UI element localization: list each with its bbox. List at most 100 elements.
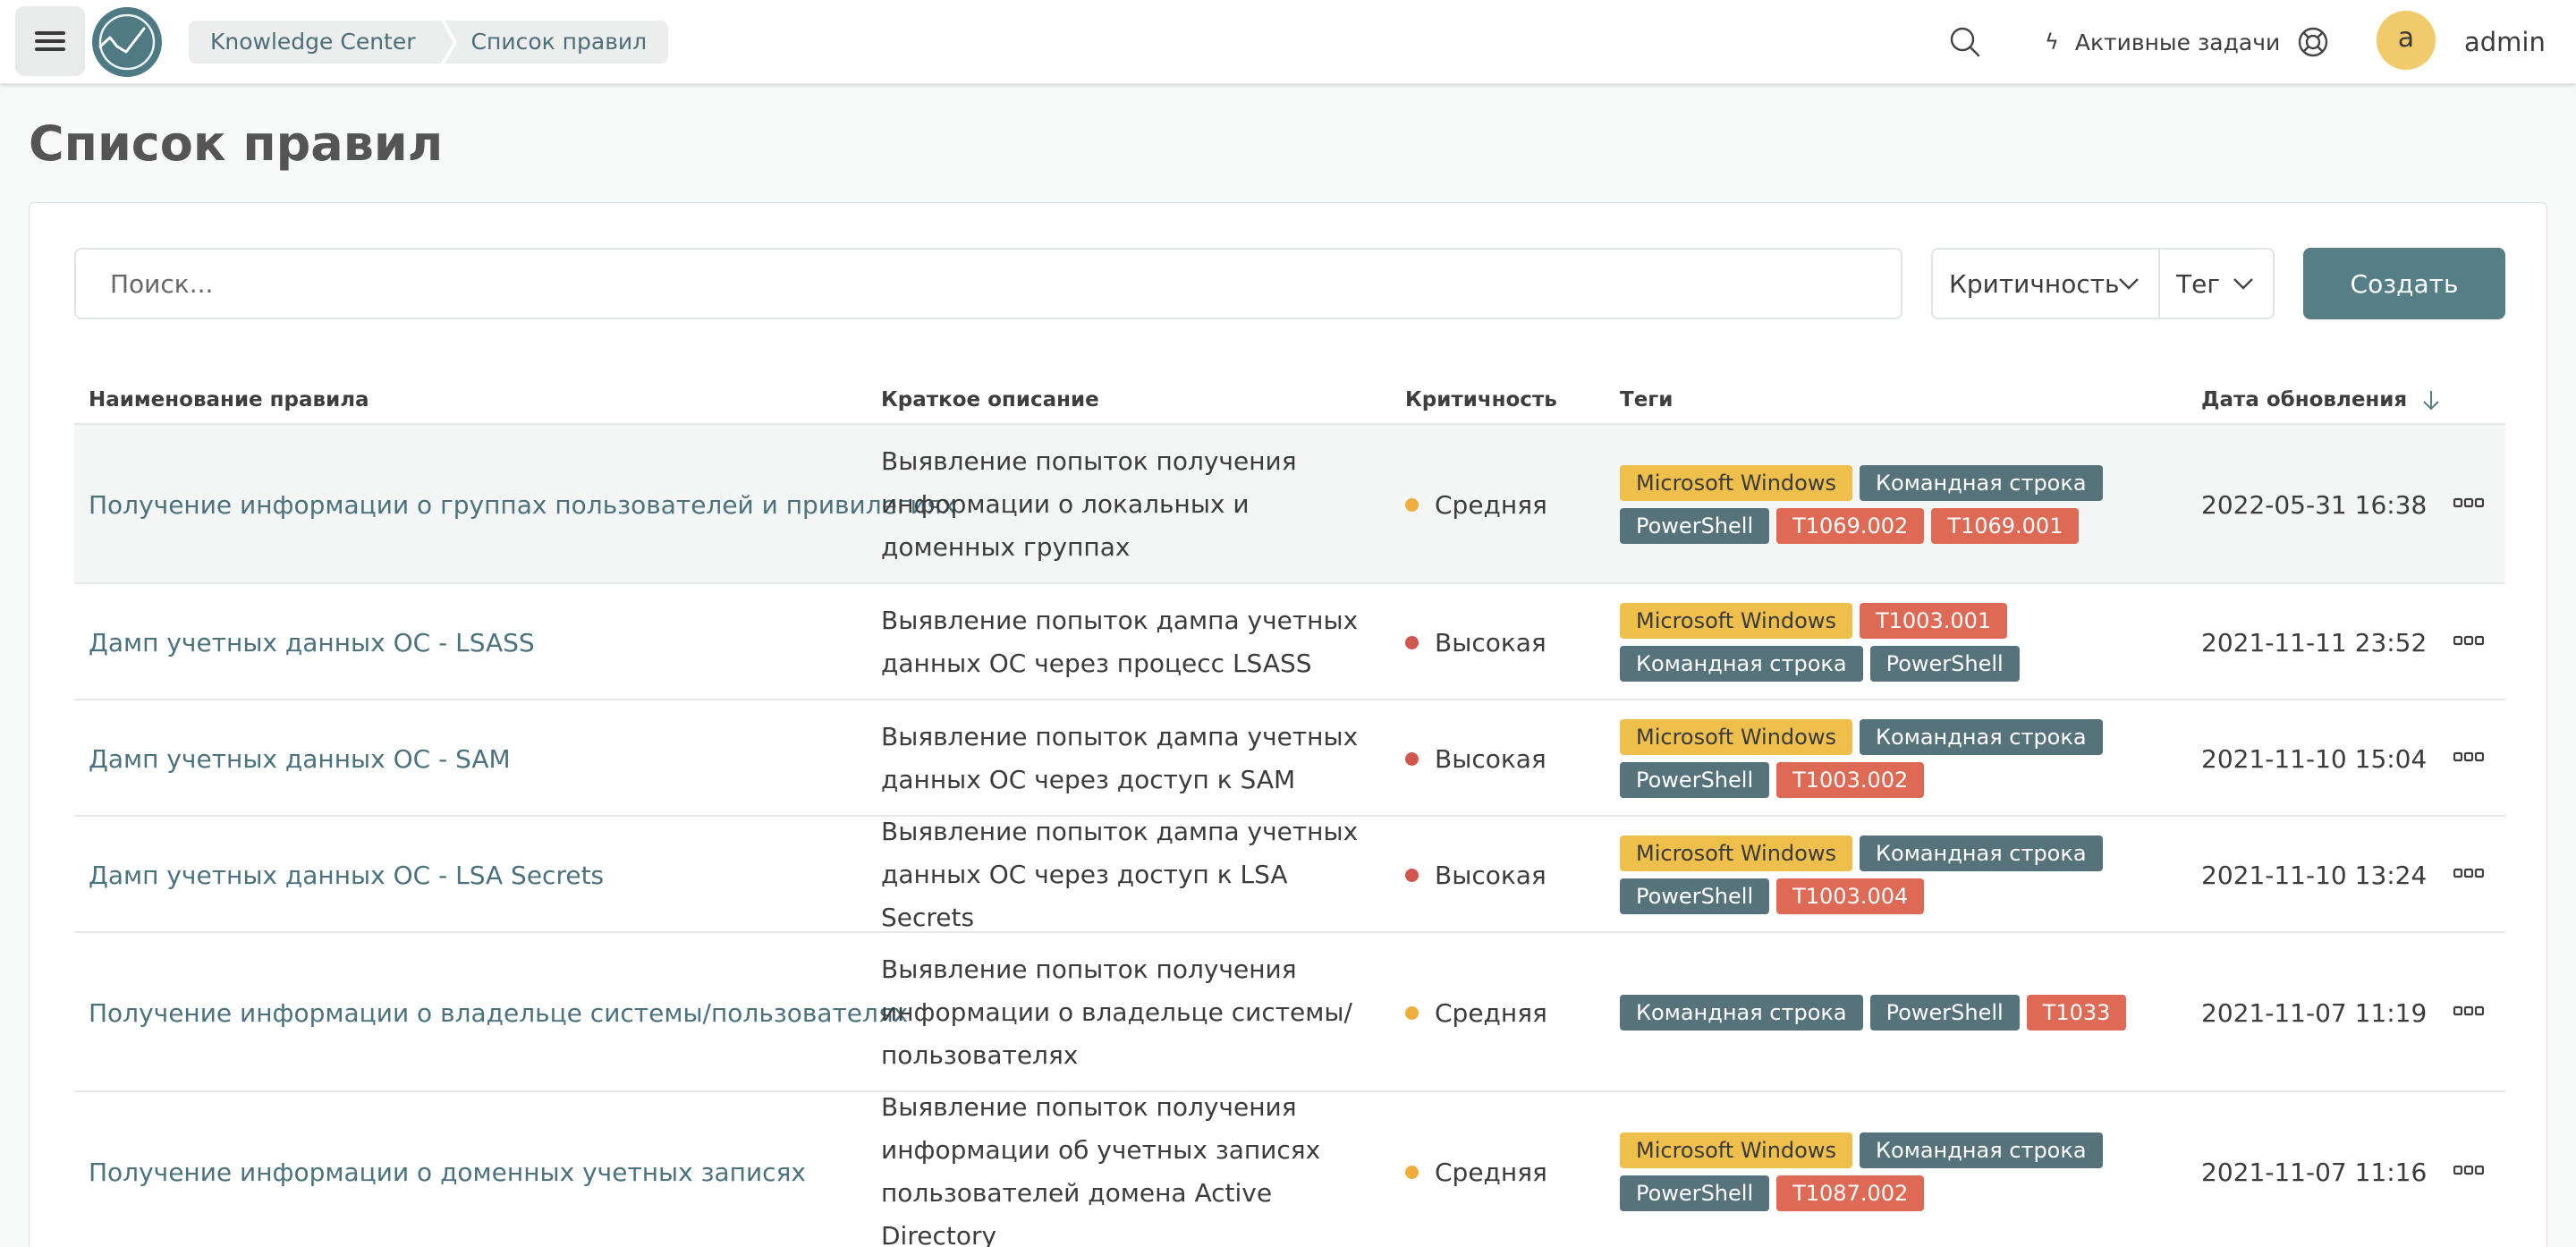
tag-badge[interactable]: Microsoft Windows (1620, 465, 1852, 501)
column-header-name[interactable]: Наименование правила (89, 375, 369, 425)
avatar[interactable]: a (2377, 11, 2436, 70)
tags-cell: Командная строка PowerShell T1033 (1620, 933, 2157, 1092)
tag-badge[interactable]: T1033 (2026, 995, 2127, 1031)
rule-description: Выявление попыток дампа учетных данных О… (881, 817, 1359, 932)
severity-label: Высокая (1435, 743, 1546, 774)
tag-badge[interactable]: PowerShell (1869, 646, 2020, 682)
table-row[interactable]: Получение информации о группах пользоват… (74, 425, 2505, 584)
rule-description: Выявление попыток получения информации о… (881, 954, 1352, 1070)
severity-cell: Средняя (1405, 933, 1547, 1092)
updated-date: 2021-11-10 13:24 (2201, 860, 2428, 890)
tag-badge[interactable]: PowerShell (1620, 878, 1770, 914)
table-row[interactable]: Получение информации о доменных учетных … (74, 1092, 2505, 1247)
severity-dot-icon (1405, 635, 1419, 649)
app-logo[interactable] (92, 7, 162, 77)
breadcrumb-item-rules-list[interactable]: Список правил (444, 21, 669, 64)
tag-badge[interactable]: Командная строка (1620, 995, 1863, 1031)
updated-date: 2021-11-07 11:16 (2201, 1157, 2428, 1187)
search-field[interactable] (74, 248, 1902, 319)
rule-description: Выявление попыток дампа учетных данных О… (881, 606, 1359, 678)
sort-arrow-down-icon[interactable] (2421, 389, 2441, 412)
updated-date: 2022-05-31 16:38 (2201, 489, 2428, 520)
severity-dot-icon (1405, 497, 1419, 512)
severity-dot-icon (1405, 751, 1419, 766)
tag-badge[interactable]: T1087.002 (1776, 1175, 1925, 1211)
tag-badge[interactable]: PowerShell (1620, 762, 1770, 798)
tag-badge[interactable]: T1069.001 (1931, 508, 2080, 544)
column-header-description[interactable]: Краткое описание (881, 375, 1099, 425)
tag-badge[interactable]: Командная строка (1859, 1132, 2103, 1168)
table-row[interactable]: Дамп учетных данных ОС - LSA Secrets Выяв… (74, 817, 2505, 933)
more-dots-icon (2453, 751, 2484, 762)
severity-cell: Высокая (1405, 584, 1546, 700)
severity-cell: Средняя (1405, 1092, 1547, 1247)
tag-badge[interactable]: Microsoft Windows (1620, 603, 1852, 639)
tag-badge[interactable]: PowerShell (1869, 995, 2020, 1031)
tag-badge[interactable]: T1069.002 (1776, 508, 1925, 544)
search-input[interactable] (76, 250, 1901, 318)
create-button[interactable]: Создать (2303, 248, 2505, 319)
rules-card: Критичность Тег Создать Наименование пра… (29, 202, 2547, 1247)
tag-badge[interactable]: Microsoft Windows (1620, 719, 1852, 755)
breadcrumb-item-knowledge-center[interactable]: Knowledge Center (189, 21, 453, 64)
severity-cell: Высокая (1405, 817, 1546, 933)
more-dots-icon (2453, 868, 2484, 878)
severity-cell: Высокая (1405, 700, 1546, 817)
search-button[interactable] (1947, 24, 1983, 60)
tag-badge[interactable]: T1003.002 (1776, 762, 1925, 798)
tags-cell: Microsoft Windows T1003.001 Командная стро… (1620, 584, 2157, 700)
tag-badge[interactable]: T1003.004 (1776, 878, 1925, 914)
tags-cell: Microsoft Windows Командная строка PowerSh… (1620, 425, 2157, 584)
rule-name-link[interactable]: Дамп учетных данных ОС - LSASS (89, 584, 535, 700)
severity-dot-icon (1405, 868, 1419, 882)
rule-description: Выявление попыток получения информации о… (881, 446, 1297, 562)
help-button[interactable] (2295, 24, 2331, 60)
row-actions-button[interactable] (2453, 1004, 2484, 1022)
row-actions-button[interactable] (2453, 866, 2484, 884)
column-header-severity[interactable]: Критичность (1405, 375, 1557, 425)
tag-filter[interactable]: Тег (2158, 248, 2275, 319)
tag-badge[interactable]: PowerShell (1620, 508, 1770, 544)
tag-badge[interactable]: T1003.001 (1859, 603, 2008, 639)
table-row[interactable]: Дамп учетных данных ОС - SAM Выявление по… (74, 700, 2505, 817)
tag-badge[interactable]: Microsoft Windows (1620, 836, 1852, 871)
username[interactable]: admin (2464, 24, 2546, 60)
more-dots-icon (2453, 1005, 2484, 1016)
severity-label: Средняя (1435, 1157, 1547, 1187)
tags-cell: Microsoft Windows Командная строка PowerSh… (1620, 1092, 2157, 1247)
rule-name-link[interactable]: Получение информации о владельце системы… (89, 933, 908, 1092)
active-tasks-label: Активные задачи (2074, 29, 2281, 55)
table-row[interactable]: Получение информации о владельце системы… (74, 933, 2505, 1092)
more-dots-icon (2453, 635, 2484, 646)
menu-button[interactable] (15, 6, 85, 76)
tag-badge[interactable]: Командная строка (1859, 465, 2103, 501)
top-bar: Knowledge Center Список правил ϟ Активны… (0, 0, 2576, 84)
lifebuoy-icon (2298, 27, 2328, 57)
hamburger-icon (35, 31, 65, 35)
row-actions-button[interactable] (2453, 496, 2484, 513)
tag-badge[interactable]: Командная строка (1620, 646, 1863, 682)
severity-dot-icon (1405, 1165, 1419, 1179)
column-header-updated[interactable]: Дата обновления (2201, 375, 2407, 425)
rule-name-link[interactable]: Получение информации о доменных учетных … (89, 1092, 806, 1247)
row-actions-button[interactable] (2453, 1163, 2484, 1181)
active-tasks-button[interactable]: ϟ Активные задачи (2045, 24, 2280, 60)
page-title: Список правил (29, 115, 444, 172)
rule-name-link[interactable]: Получение информации о группах пользоват… (89, 425, 956, 584)
rule-name-link[interactable]: Дамп учетных данных ОС - LSA Secrets (89, 817, 604, 933)
more-dots-icon (2453, 1165, 2484, 1175)
severity-filter[interactable]: Критичность (1931, 248, 2160, 319)
tag-badge[interactable]: Microsoft Windows (1620, 1132, 1852, 1168)
tag-badge[interactable]: PowerShell (1620, 1175, 1770, 1211)
table-row[interactable]: Дамп учетных данных ОС - LSASS Выявление … (74, 584, 2505, 700)
tag-badge[interactable]: Командная строка (1859, 719, 2103, 755)
rule-name-link[interactable]: Дамп учетных данных ОС - SAM (89, 700, 511, 817)
tags-cell: Microsoft Windows Командная строка PowerSh… (1620, 700, 2157, 817)
severity-label: Средняя (1435, 997, 1547, 1028)
severity-label: Высокая (1435, 627, 1546, 657)
chevron-down-icon (2233, 278, 2253, 290)
row-actions-button[interactable] (2453, 633, 2484, 651)
row-actions-button[interactable] (2453, 750, 2484, 768)
tag-badge[interactable]: Командная строка (1859, 836, 2103, 871)
column-header-tags[interactable]: Теги (1620, 375, 1673, 425)
